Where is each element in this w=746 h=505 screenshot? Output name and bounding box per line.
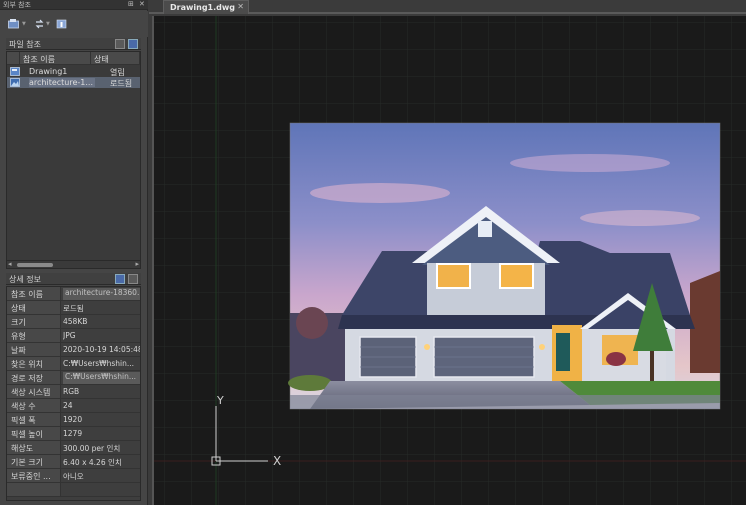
detail-row: 경로 저장 C:₩Users₩hshin... bbox=[7, 371, 140, 385]
tab-drawing1[interactable]: Drawing1.dwg ✕ bbox=[163, 0, 249, 14]
detail-value: 2020-10-19 14:05:48 bbox=[63, 345, 140, 354]
ucs-x-label: X bbox=[273, 454, 281, 468]
detail-row: 기본 크기 6.40 x 4.26 인치 bbox=[7, 455, 140, 469]
detail-key: 색상 수 bbox=[7, 399, 61, 412]
detail-row bbox=[7, 483, 140, 497]
scroll-left-icon[interactable]: ◂ bbox=[8, 260, 12, 268]
close-icon[interactable]: ✕ bbox=[139, 0, 145, 8]
detail-row: 해상도 300.00 per 인치 bbox=[7, 441, 140, 455]
detail-row: 찾은 위치 C:₩Users₩hshin... bbox=[7, 357, 140, 371]
detail-row: 색상 수 24 bbox=[7, 399, 140, 413]
column-head-icon bbox=[7, 52, 20, 65]
close-tab-icon[interactable]: ✕ bbox=[237, 2, 244, 11]
file-references-title: 파일 참조 bbox=[9, 40, 41, 49]
palette-title-bar: 외부 참조 ⊞ ✕ bbox=[0, 0, 148, 10]
house-photo[interactable] bbox=[288, 122, 721, 410]
detail-row: 크기 458KB bbox=[7, 315, 140, 329]
attach-dwg-icon[interactable] bbox=[7, 17, 21, 30]
detail-key: 보류중인 ... bbox=[7, 469, 61, 482]
list-item-drawing1[interactable]: Drawing1 열림 bbox=[7, 66, 140, 77]
detail-value[interactable]: C:₩Users₩hshin... bbox=[63, 372, 140, 384]
list-item-architecture[interactable]: architecture-1... 로드됨 bbox=[7, 77, 140, 88]
refresh-dropdown-icon[interactable]: ▼ bbox=[46, 21, 50, 27]
refresh-icon[interactable] bbox=[32, 17, 46, 30]
detail-row: 색상 시스템 RGB bbox=[7, 385, 140, 399]
drawing-icon bbox=[10, 67, 20, 76]
detail-row: 보류중인 ... 아니오 bbox=[7, 469, 140, 483]
file-references-header: 파일 참조 bbox=[6, 38, 141, 50]
detail-key: 색상 시스템 bbox=[7, 385, 61, 398]
drawing-canvas[interactable]: Y X bbox=[152, 16, 746, 505]
details-header: 상세 정보 bbox=[6, 273, 141, 285]
detail-value: 아니오 bbox=[63, 472, 84, 481]
details-view-icon[interactable] bbox=[115, 274, 125, 284]
attach-dropdown-icon[interactable]: ▼ bbox=[22, 21, 26, 27]
detail-row: 참조 이름 architecture-18360... bbox=[7, 287, 140, 301]
horizontal-scrollbar[interactable]: ◂ ▸ bbox=[6, 260, 141, 269]
detail-key: 경로 저장 bbox=[7, 371, 61, 384]
detail-value[interactable]: architecture-18360... bbox=[63, 288, 140, 300]
detail-row: 픽셀 높이 1279 bbox=[7, 427, 140, 441]
detail-key: 픽셀 폭 bbox=[7, 413, 61, 426]
detail-key: 찾은 위치 bbox=[7, 357, 61, 370]
detail-key: 픽셀 높이 bbox=[7, 427, 61, 440]
app-window: 외부 참조 ⊞ ✕ ▼ ▼ 파일 참조 참조 이름 상태 Drawing1 열림… bbox=[0, 0, 746, 505]
detail-key: 해상도 bbox=[7, 441, 61, 454]
details-table: 참조 이름 architecture-18360... 상태 로드됨 크기 458KB… bbox=[6, 286, 141, 501]
reference-name: Drawing1 bbox=[29, 67, 68, 76]
detail-value: JPG bbox=[63, 331, 76, 340]
detail-key: 크기 bbox=[7, 315, 61, 328]
file-references-list[interactable]: 참조 이름 상태 Drawing1 열림 architecture-1... 로… bbox=[6, 51, 141, 261]
image-ref-icon bbox=[10, 78, 20, 87]
reference-status: 로드됨 bbox=[110, 79, 133, 88]
detail-value: 1920 bbox=[63, 415, 83, 424]
detail-value: C:₩Users₩hshin... bbox=[63, 359, 135, 368]
palette-title: 외부 참조 bbox=[3, 1, 31, 9]
ucs-y-label: Y bbox=[216, 394, 224, 407]
detail-key: 상태 bbox=[7, 301, 61, 314]
pin-icon[interactable]: ⊞ bbox=[128, 0, 134, 8]
detail-value: 458KB bbox=[63, 317, 88, 326]
detail-value: RGB bbox=[63, 387, 80, 396]
document-tab-bar: Drawing1.dwg ✕ bbox=[149, 0, 746, 14]
detail-key: 유형 bbox=[7, 329, 61, 342]
column-head-name[interactable]: 참조 이름 bbox=[20, 52, 91, 65]
reference-name: architecture-1... bbox=[29, 78, 95, 87]
detail-value: 300.00 per 인치 bbox=[63, 444, 121, 453]
detail-value: 1279 bbox=[63, 429, 83, 438]
external-references-palette: 외부 참조 ⊞ ✕ ▼ ▼ 파일 참조 참조 이름 상태 Drawing1 열림… bbox=[0, 0, 148, 505]
canvas-svg: Y X bbox=[154, 16, 746, 505]
preview-view-icon[interactable] bbox=[128, 274, 138, 284]
detail-value: 24 bbox=[63, 401, 73, 410]
detail-key: 날짜 bbox=[7, 343, 61, 356]
scrollbar-thumb[interactable] bbox=[17, 263, 53, 267]
help-icon[interactable] bbox=[54, 17, 68, 30]
palette-toolbar: ▼ ▼ bbox=[0, 11, 148, 37]
details-title: 상세 정보 bbox=[9, 275, 41, 284]
list-view-icon[interactable] bbox=[115, 39, 125, 49]
detail-row: 날짜 2020-10-19 14:05:48 bbox=[7, 343, 140, 357]
detail-key bbox=[7, 483, 61, 496]
column-head-status[interactable]: 상태 bbox=[91, 52, 140, 65]
detail-row: 픽셀 폭 1920 bbox=[7, 413, 140, 427]
tab-label: Drawing1.dwg bbox=[170, 3, 235, 12]
detail-key: 참조 이름 bbox=[7, 287, 61, 300]
tree-view-icon[interactable] bbox=[128, 39, 138, 49]
detail-row: 유형 JPG bbox=[7, 329, 140, 343]
detail-value: 로드됨 bbox=[63, 304, 84, 313]
detail-value: 6.40 x 4.26 인치 bbox=[63, 458, 122, 467]
detail-row: 상태 로드됨 bbox=[7, 301, 140, 315]
scroll-right-icon[interactable]: ▸ bbox=[135, 260, 139, 268]
detail-key: 기본 크기 bbox=[7, 455, 61, 468]
